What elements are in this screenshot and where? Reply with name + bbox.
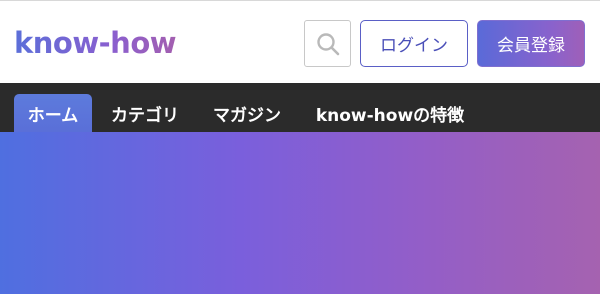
nav-item-magazine[interactable]: マガジン [201, 94, 293, 132]
register-button[interactable]: 会員登録 [477, 20, 585, 67]
nav-item-category[interactable]: カテゴリ [100, 94, 190, 132]
nav-item-home[interactable]: ホーム [14, 94, 92, 132]
site-header: know-how ログイン 会員登録 [0, 0, 600, 83]
search-button[interactable] [304, 20, 351, 67]
nav-item-features[interactable]: know-howの特徴 [304, 94, 476, 132]
login-button[interactable]: ログイン [360, 20, 468, 67]
main-nav: ホーム カテゴリ マガジン know-howの特徴 [0, 83, 600, 132]
site-logo[interactable]: know-how [14, 23, 177, 63]
search-icon [316, 32, 339, 55]
hero-banner [0, 132, 600, 294]
